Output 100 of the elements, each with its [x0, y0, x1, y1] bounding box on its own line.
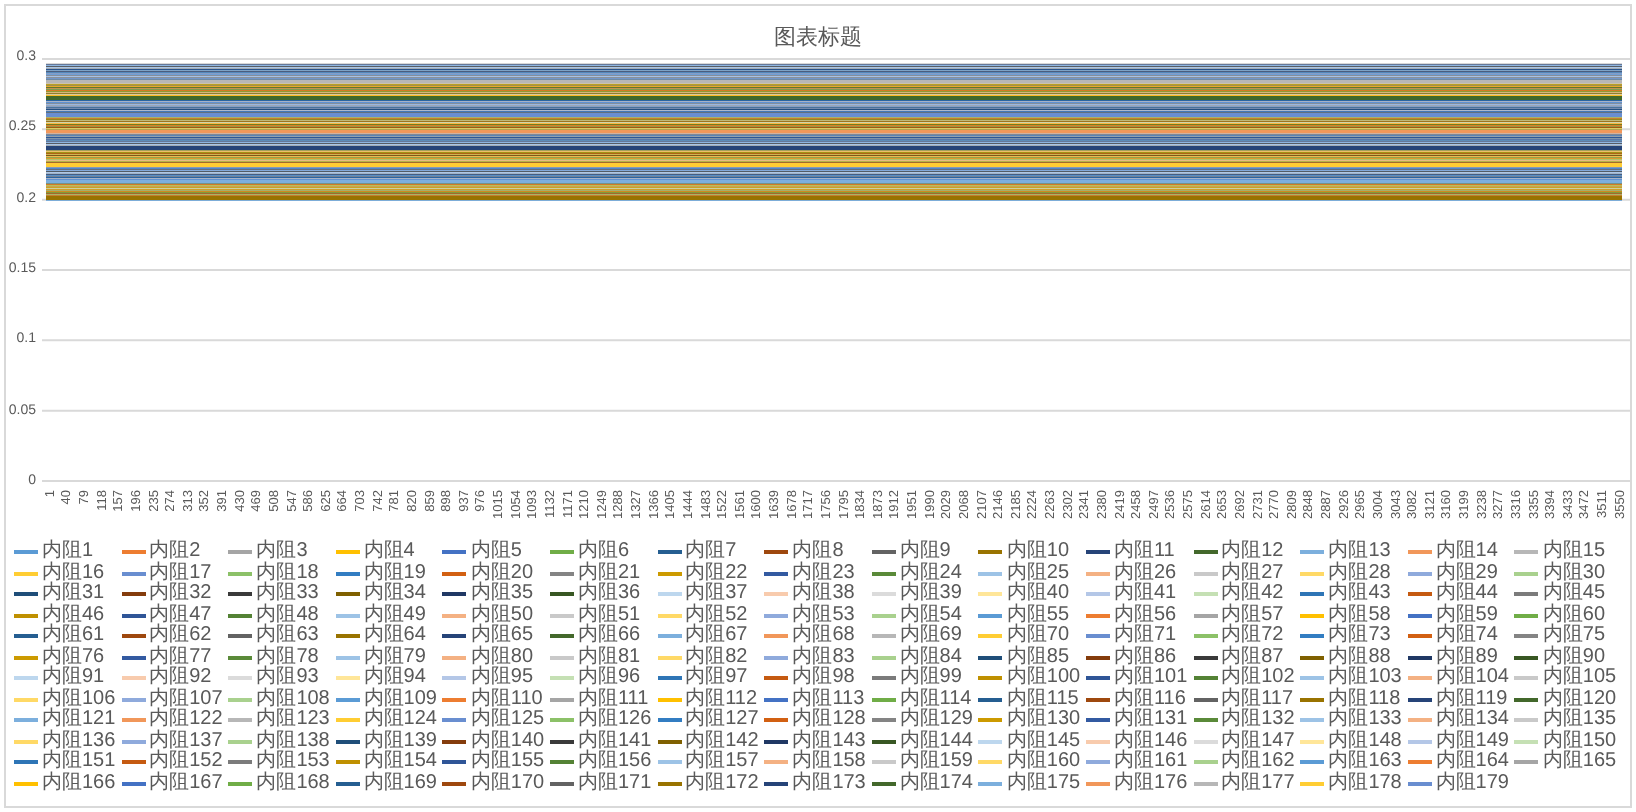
legend-label: 内阻120 [1542, 689, 1617, 709]
legend-label: 内阻85 [1006, 647, 1070, 667]
legend-label: 内阻105 [1542, 668, 1617, 688]
legend-label: 内阻49 [363, 605, 426, 625]
legend-label: 内阻161 [1113, 752, 1188, 772]
legend-label: 内阻178 [1328, 773, 1402, 794]
legend-label: 内阻18 [256, 563, 319, 583]
legend-label: 内阻146 [1113, 731, 1188, 751]
legend-label: 内阻122 [149, 710, 223, 730]
legend-label: 内阻83 [792, 647, 855, 667]
legend-label: 内阻65 [470, 626, 534, 646]
legend-label: 内阻14 [1435, 542, 1498, 562]
legend-label: 内阻20 [470, 563, 534, 583]
legend-label: 内阻28 [1328, 563, 1391, 583]
legend-label: 内阻128 [792, 710, 866, 730]
legend-label: 内阻176 [1113, 773, 1188, 794]
legend-label: 内阻8 [792, 542, 844, 562]
legend-label: 内阻64 [363, 626, 426, 646]
legend-label: 内阻169 [363, 773, 437, 794]
legend-label: 内阻98 [792, 668, 855, 688]
legend-label: 内阻11 [1113, 542, 1175, 562]
legend-label: 内阻5 [470, 542, 522, 562]
chart-title: 图表标题 [774, 26, 862, 50]
legend-label: 内阻44 [1435, 584, 1498, 604]
legend-label: 内阻27 [1221, 563, 1284, 583]
legend-label: 内阻81 [577, 647, 641, 667]
legend-label: 内阻57 [1221, 605, 1284, 625]
legend-label: 内阻60 [1542, 605, 1606, 625]
legend-label: 内阻62 [149, 626, 212, 646]
legend-label: 内阻88 [1328, 647, 1391, 667]
legend-label: 内阻160 [1006, 752, 1081, 772]
legend-label: 内阻101 [1113, 668, 1188, 688]
legend-label: 内阻70 [1006, 626, 1070, 646]
legend-label: 内阻96 [577, 668, 641, 688]
legend-label: 内阻163 [1328, 752, 1402, 772]
legend-label: 内阻17 [149, 563, 212, 583]
legend-label: 内阻157 [685, 752, 759, 772]
legend-label: 内阻148 [1328, 731, 1402, 751]
legend-label: 内阻78 [256, 647, 319, 667]
legend-label: 内阻175 [1006, 773, 1081, 794]
legend-label: 内阻152 [149, 752, 223, 772]
legend-label: 内阻141 [577, 731, 652, 751]
legend-label: 内阻118 [1328, 689, 1401, 709]
legend-label: 内阻144 [899, 731, 973, 751]
legend-label: 内阻116 [1113, 689, 1186, 709]
legend-label: 内阻97 [685, 668, 748, 688]
legend-label: 内阻50 [470, 605, 534, 625]
legend-label: 内阻106 [42, 689, 116, 709]
legend-label: 内阻69 [899, 626, 962, 646]
legend-label: 内阻158 [792, 752, 866, 772]
legend-label: 内阻54 [899, 605, 962, 625]
legend-label: 内阻48 [256, 605, 319, 625]
legend-label: 内阻26 [1113, 563, 1177, 583]
legend-label: 内阻90 [1542, 647, 1606, 667]
legend-label: 内阻24 [899, 563, 962, 583]
legend-label: 内阻84 [899, 647, 962, 667]
legend-label: 内阻155 [470, 752, 545, 772]
legend-label: 内阻38 [792, 584, 855, 604]
legend-label: 内阻132 [1221, 710, 1295, 730]
legend-label: 内阻47 [149, 605, 212, 625]
legend-label: 内阻46 [42, 605, 105, 625]
legend-label: 内阻51 [577, 605, 641, 625]
legend-label: 内阻66 [577, 626, 641, 646]
legend-label: 内阻94 [363, 668, 426, 688]
legend-label: 内阻4 [363, 542, 415, 562]
legend-label: 内阻135 [1542, 710, 1617, 730]
legend-label: 内阻164 [1435, 752, 1509, 772]
legend-label: 内阻29 [1435, 563, 1498, 583]
legend-label: 内阻6 [577, 542, 630, 562]
legend-label: 内阻75 [1542, 626, 1606, 646]
legend-label: 内阻56 [1113, 605, 1177, 625]
legend-label: 内阻7 [685, 542, 737, 562]
legend-label: 内阻45 [1542, 584, 1606, 604]
legend-label: 内阻76 [42, 647, 105, 667]
legend-label: 内阻61 [42, 626, 105, 646]
legend-label: 内阻111 [577, 689, 649, 709]
legend-label: 内阻129 [899, 710, 973, 730]
legend-label: 内阻177 [1221, 773, 1295, 794]
legend-label: 内阻123 [256, 710, 330, 730]
legend-label: 内阻42 [1221, 584, 1284, 604]
legend-label: 内阻143 [792, 731, 866, 751]
legend-label: 内阻110 [470, 689, 543, 709]
legend-label: 内阻151 [42, 752, 116, 772]
legend-label: 内阻67 [685, 626, 748, 646]
legend-label: 内阻35 [470, 584, 534, 604]
legend-label: 内阻73 [1328, 626, 1391, 646]
legend-label: 内阻22 [685, 563, 748, 583]
legend-label: 内阻25 [1006, 563, 1070, 583]
legend-label: 内阻77 [149, 647, 212, 667]
legend-label: 内阻154 [363, 752, 437, 772]
legend-label: 内阻153 [256, 752, 330, 772]
legend-label: 内阻99 [899, 668, 962, 688]
legend-label: 内阻100 [1006, 668, 1081, 688]
legend-label: 内阻171 [577, 773, 652, 794]
legend-label: 内阻104 [1435, 668, 1509, 688]
legend-label: 内阻168 [256, 773, 330, 794]
legend-label: 内阻126 [577, 710, 652, 730]
legend-label: 内阻87 [1221, 647, 1284, 667]
legend-label: 内阻162 [1221, 752, 1295, 772]
legend-label: 内阻136 [42, 731, 116, 751]
